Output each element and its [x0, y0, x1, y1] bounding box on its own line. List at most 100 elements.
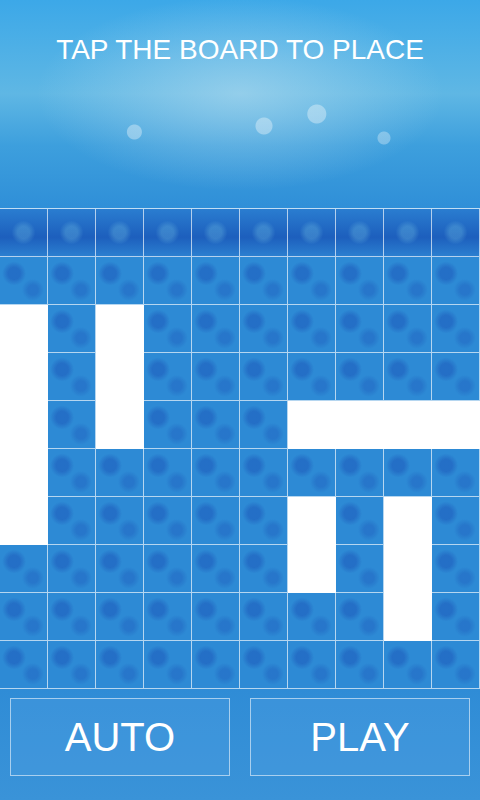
board-cell[interactable] — [240, 497, 288, 545]
board-cell[interactable] — [384, 497, 432, 545]
board-cell[interactable] — [0, 209, 48, 257]
board-cell[interactable] — [192, 593, 240, 641]
board-cell[interactable] — [144, 449, 192, 497]
board-cell[interactable] — [96, 353, 144, 401]
board-cell[interactable] — [240, 593, 288, 641]
board-cell[interactable] — [96, 257, 144, 305]
board-cell[interactable] — [336, 353, 384, 401]
board-cell[interactable] — [144, 641, 192, 689]
board-cell[interactable] — [0, 545, 48, 593]
board-cell[interactable] — [240, 449, 288, 497]
board-cell[interactable] — [48, 497, 96, 545]
board-cell[interactable] — [192, 401, 240, 449]
board-cell[interactable] — [240, 305, 288, 353]
board-cell[interactable] — [384, 593, 432, 641]
board-cell[interactable] — [0, 593, 48, 641]
board-cell[interactable] — [48, 545, 96, 593]
board-cell[interactable] — [144, 209, 192, 257]
board-cell[interactable] — [192, 209, 240, 257]
board-cell[interactable] — [384, 641, 432, 689]
board-cell[interactable] — [288, 449, 336, 497]
board-cell[interactable] — [0, 257, 48, 305]
board-cell[interactable] — [48, 353, 96, 401]
board-cell[interactable] — [240, 353, 288, 401]
board-cell[interactable] — [288, 641, 336, 689]
board-cell[interactable] — [144, 257, 192, 305]
board-cell[interactable] — [192, 545, 240, 593]
board-cell[interactable] — [240, 209, 288, 257]
board-cell[interactable] — [288, 593, 336, 641]
board-cell[interactable] — [336, 449, 384, 497]
play-button[interactable]: PLAY — [250, 698, 470, 776]
board-cell[interactable] — [432, 593, 480, 641]
board-cell[interactable] — [96, 401, 144, 449]
board-cell[interactable] — [48, 401, 96, 449]
board-cell[interactable] — [432, 545, 480, 593]
board-cell[interactable] — [48, 257, 96, 305]
game-board[interactable] — [0, 208, 480, 689]
board-cell[interactable] — [96, 305, 144, 353]
board-cell[interactable] — [0, 641, 48, 689]
board-cell[interactable] — [336, 305, 384, 353]
board-cell[interactable] — [96, 449, 144, 497]
board-cell[interactable] — [384, 449, 432, 497]
board-cell[interactable] — [0, 305, 48, 353]
board-cell[interactable] — [48, 209, 96, 257]
board-cell[interactable] — [0, 449, 48, 497]
board-cell[interactable] — [192, 257, 240, 305]
board-cell[interactable] — [384, 257, 432, 305]
board-cell[interactable] — [384, 209, 432, 257]
board-cell[interactable] — [144, 401, 192, 449]
board-cell[interactable] — [48, 305, 96, 353]
board-cell[interactable] — [384, 545, 432, 593]
board-cell[interactable] — [336, 497, 384, 545]
board-cell[interactable] — [96, 209, 144, 257]
board-cell[interactable] — [240, 401, 288, 449]
board-cell[interactable] — [336, 593, 384, 641]
board-cell[interactable] — [192, 449, 240, 497]
board-cell[interactable] — [432, 257, 480, 305]
board-cell[interactable] — [0, 353, 48, 401]
board-cell[interactable] — [192, 641, 240, 689]
board-cell[interactable] — [432, 449, 480, 497]
board-cell[interactable] — [96, 641, 144, 689]
board-cell[interactable] — [192, 305, 240, 353]
board-cell[interactable] — [144, 545, 192, 593]
board-cell[interactable] — [432, 353, 480, 401]
board-cell[interactable] — [336, 641, 384, 689]
board-cell[interactable] — [432, 641, 480, 689]
board-cell[interactable] — [240, 545, 288, 593]
board-cell[interactable] — [144, 497, 192, 545]
board-cell[interactable] — [144, 305, 192, 353]
board-cell[interactable] — [432, 497, 480, 545]
board-cell[interactable] — [48, 449, 96, 497]
board-cell[interactable] — [96, 497, 144, 545]
board-cell[interactable] — [240, 641, 288, 689]
board-cell[interactable] — [288, 353, 336, 401]
board-cell[interactable] — [384, 305, 432, 353]
board-cell[interactable] — [432, 401, 480, 449]
board-cell[interactable] — [288, 257, 336, 305]
board-cell[interactable] — [288, 497, 336, 545]
board-cell[interactable] — [144, 353, 192, 401]
board-cell[interactable] — [288, 305, 336, 353]
board-cell[interactable] — [240, 257, 288, 305]
board-cell[interactable] — [384, 353, 432, 401]
board-cell[interactable] — [288, 209, 336, 257]
board-cell[interactable] — [0, 401, 48, 449]
board-cell[interactable] — [96, 545, 144, 593]
board-cell[interactable] — [384, 401, 432, 449]
board-cell[interactable] — [288, 401, 336, 449]
board-cell[interactable] — [144, 593, 192, 641]
board-cell[interactable] — [192, 353, 240, 401]
board-cell[interactable] — [48, 593, 96, 641]
board-cell[interactable] — [336, 401, 384, 449]
board-cell[interactable] — [192, 497, 240, 545]
board-cell[interactable] — [432, 209, 480, 257]
board-cell[interactable] — [0, 497, 48, 545]
board-cell[interactable] — [96, 593, 144, 641]
board-cell[interactable] — [336, 257, 384, 305]
board-cell[interactable] — [432, 305, 480, 353]
board-cell[interactable] — [288, 545, 336, 593]
auto-button[interactable]: AUTO — [10, 698, 230, 776]
